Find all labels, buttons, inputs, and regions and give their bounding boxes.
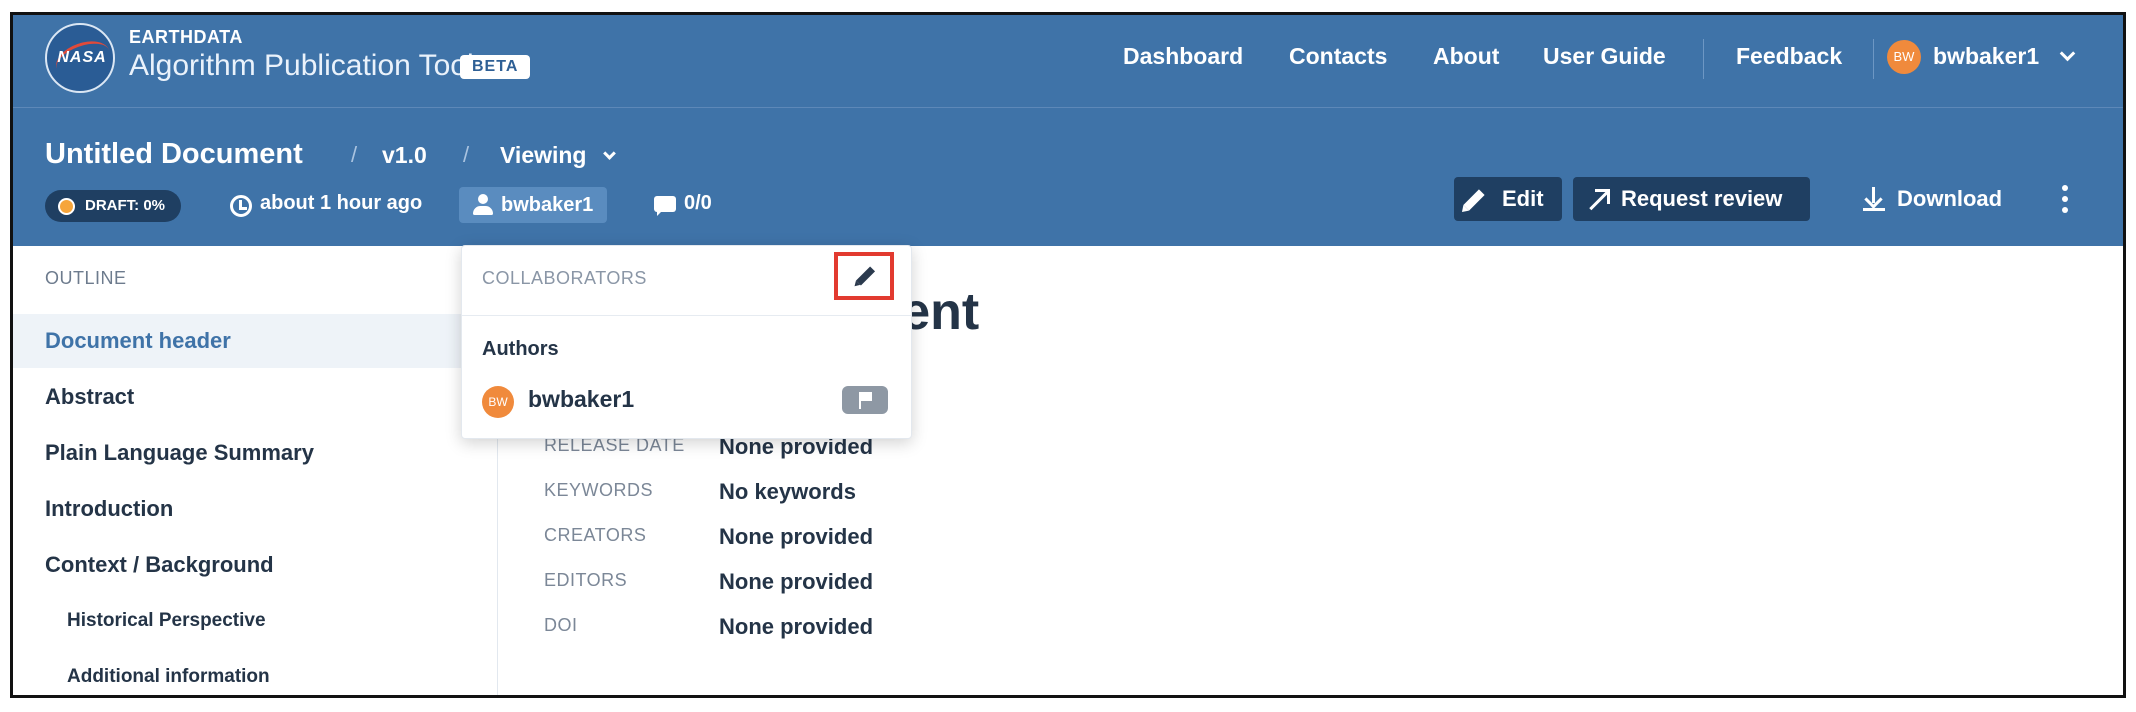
nav-divider	[1703, 39, 1704, 79]
flag-icon[interactable]	[842, 386, 888, 414]
author-avatar: BW	[482, 386, 514, 418]
field-label-editors: EDITORS	[544, 570, 628, 590]
outline-item-introduction[interactable]: Introduction	[13, 482, 498, 536]
field-label-doi: DOI	[544, 615, 578, 635]
breadcrumb-separator: /	[463, 142, 470, 167]
nav-user-guide[interactable]: User Guide	[1543, 43, 1666, 70]
chevron-down-icon	[603, 147, 616, 160]
chevron-down-icon	[2059, 45, 2075, 62]
app-frame: NASA EARTHDATA Algorithm Publication Too…	[10, 12, 2126, 698]
field-label-keywords: KEYWORDS	[544, 480, 654, 500]
user-avatar[interactable]: BW	[1887, 40, 1921, 74]
nav-dashboard[interactable]: Dashboard	[1123, 43, 1243, 70]
author-name: bwbaker1	[528, 386, 635, 412]
beta-badge: BETA	[460, 55, 531, 79]
download-icon-base	[1863, 208, 1885, 211]
edit-collaborators-button[interactable]	[834, 252, 894, 300]
outline-item-abstract[interactable]: Abstract	[13, 370, 498, 424]
status-dot-icon	[58, 198, 75, 215]
outline-item-historical-perspective[interactable]: Historical Perspective	[13, 594, 498, 648]
collaborators-button[interactable]: bwbaker1	[459, 187, 608, 223]
authors-heading: Authors	[482, 338, 559, 360]
request-review-button[interactable]: Request review	[1573, 177, 1810, 221]
collaborators-popover: COLLABORATORS Authors BW bwbaker1	[461, 245, 912, 439]
field-value-keywords: No keywords	[719, 479, 856, 504]
collaborators-owner: bwbaker1	[501, 194, 594, 216]
brand-earthdata[interactable]: EARTHDATA	[129, 27, 243, 48]
outline-heading: OUTLINE	[45, 268, 127, 288]
user-menu-button[interactable]: bwbaker1	[1933, 43, 2075, 70]
comment-icon[interactable]	[654, 196, 676, 216]
nasa-logo-icon[interactable]: NASA	[45, 23, 116, 93]
outline-item-document-header[interactable]: Document header	[13, 314, 498, 368]
nav-about[interactable]: About	[1433, 43, 1499, 70]
outline-item-plain-language-summary[interactable]: Plain Language Summary	[13, 426, 498, 480]
logo-text: NASA	[57, 49, 107, 66]
edit-button-label: Edit	[1502, 186, 1544, 211]
pencil-icon	[1463, 189, 1485, 211]
edit-button[interactable]: Edit	[1454, 177, 1562, 221]
draft-status-badge[interactable]: DRAFT: 0%	[45, 190, 182, 222]
nav-feedback[interactable]: Feedback	[1736, 43, 1842, 70]
clock-icon	[230, 195, 252, 217]
download-button[interactable]: Download	[1849, 177, 2019, 221]
collaborators-heading: COLLABORATORS	[482, 268, 647, 288]
arrow-up-right-icon	[1589, 188, 1610, 208]
field-value-creators: None provided	[719, 524, 874, 549]
popover-divider	[462, 315, 911, 316]
top-navbar: NASA EARTHDATA Algorithm Publication Too…	[13, 15, 2123, 107]
outline-sidebar: OUTLINE Document header Abstract Plain L…	[13, 246, 498, 695]
document-title: Untitled Document	[45, 138, 303, 170]
nav-divider	[1873, 39, 1874, 79]
document-header-bar: Untitled Document / v1.0 / Viewing DRAFT…	[13, 107, 2123, 246]
user-icon	[473, 194, 493, 216]
more-options-icon[interactable]	[2060, 185, 2070, 215]
viewing-mode-dropdown[interactable]: Viewing	[500, 142, 616, 169]
comment-count[interactable]: 0/0	[684, 192, 712, 215]
pencil-icon	[855, 266, 876, 286]
request-review-label: Request review	[1621, 186, 1783, 211]
nav-contacts[interactable]: Contacts	[1289, 43, 1387, 70]
download-label: Download	[1897, 186, 2003, 211]
last-updated: about 1 hour ago	[260, 192, 423, 214]
field-label-creators: CREATORS	[544, 525, 647, 545]
brand-app-name[interactable]: Algorithm Publication Tool	[129, 49, 474, 83]
user-menu-name: bwbaker1	[1933, 43, 2040, 69]
field-value-doi: None provided	[719, 614, 874, 639]
outline-item-additional-information[interactable]: Additional information	[13, 650, 498, 695]
field-value-editors: None provided	[719, 569, 874, 594]
outline-item-context-background[interactable]: Context / Background	[13, 538, 498, 592]
breadcrumb-separator: /	[351, 142, 358, 167]
draft-status-text: DRAFT: 0%	[85, 197, 166, 214]
version-label: v1.0	[382, 142, 427, 168]
viewing-mode-label: Viewing	[500, 142, 587, 168]
